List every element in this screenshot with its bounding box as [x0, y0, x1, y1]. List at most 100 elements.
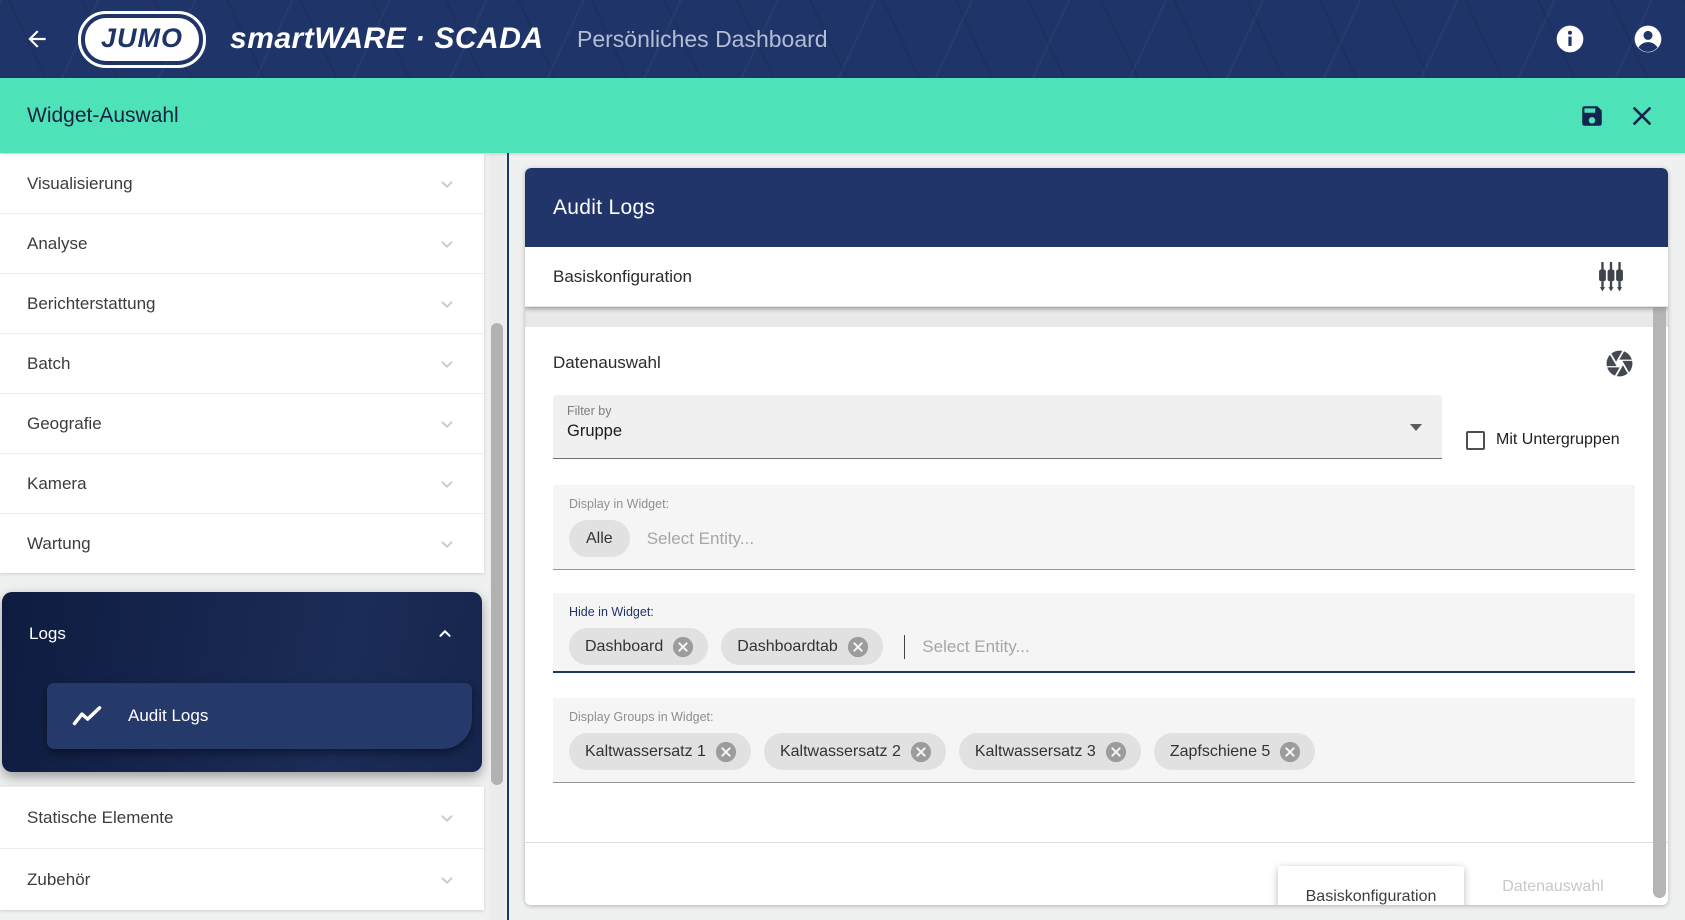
sidebar-category-item[interactable]: Statische Elemente — [0, 786, 484, 848]
sidebar-scrollbar-thumb[interactable] — [491, 323, 503, 785]
sidebar-category-list-top: Visualisierung Analyse Berichterstattung — [0, 153, 484, 573]
section-datenauswahl: Datenauswahl Filter by Gruppe Mit Unterg… — [525, 327, 1668, 843]
info-icon[interactable] — [1554, 23, 1586, 55]
arrow-back-icon — [24, 26, 50, 52]
circle-x-icon[interactable] — [847, 636, 869, 658]
chevron-down-icon — [436, 353, 458, 375]
sidebar-item-label: Statische Elemente — [27, 808, 173, 828]
back-button[interactable] — [20, 22, 54, 56]
entity-chip[interactable]: Dashboard — [569, 628, 708, 665]
display-groups-field: Display Groups in Widget: Kaltwassersatz… — [553, 698, 1635, 783]
chevron-up-icon — [434, 623, 456, 645]
audit-logs-label: Audit Logs — [128, 706, 208, 726]
group-chip[interactable]: Zapfschiene 5 — [1154, 733, 1316, 770]
main-scrollbar — [1651, 247, 1668, 905]
sidebar-category-item[interactable]: Kamera — [0, 453, 484, 513]
sidebar-category-item[interactable]: Analyse — [0, 213, 484, 273]
group-chip-label: Kaltwassersatz 3 — [975, 743, 1096, 761]
account-icon[interactable] — [1632, 23, 1664, 55]
entity-chip-label: Alle — [586, 530, 613, 548]
content-area: Visualisierung Analyse Berichterstattung — [0, 153, 1685, 920]
sidebar-category-list-bottom: Statische Elemente Zubehör — [0, 786, 484, 910]
widget-selection-title: Widget-Auswahl — [27, 104, 179, 128]
widget-config-panel: Audit Logs Basiskonfiguration — [525, 168, 1668, 905]
chevron-down-icon — [436, 533, 458, 555]
sidebar-scrollbar — [489, 153, 505, 920]
sidebar-item-label: Kamera — [27, 474, 87, 494]
filter-by-value: Gruppe — [567, 422, 1428, 441]
hide-in-widget-label: Hide in Widget: — [569, 605, 1619, 619]
config-step-footer: Basiskonfiguration Datenauswahl — [525, 843, 1668, 905]
display-in-widget-field: Display in Widget: Alle — [553, 485, 1635, 570]
circle-x-icon[interactable] — [910, 741, 932, 763]
circle-x-icon[interactable] — [715, 741, 737, 763]
logs-label: Logs — [29, 624, 66, 644]
chevron-down-icon — [436, 233, 458, 255]
display-groups-label: Display Groups in Widget: — [569, 710, 1619, 724]
top-app-bar: JUMO smartWARE · SCADA Persönliches Dash… — [0, 0, 1685, 78]
group-chip-label: Zapfschiene 5 — [1170, 743, 1271, 761]
entity-chip[interactable]: Alle — [569, 520, 630, 557]
entity-chip[interactable]: Dashboardtab — [721, 628, 883, 665]
hide-in-widget-field: Hide in Widget: Dashboard — [553, 593, 1635, 673]
group-chip-label: Kaltwassersatz 1 — [585, 743, 706, 761]
sidebar-item-label: Berichterstattung — [27, 294, 156, 314]
circle-x-icon[interactable] — [1279, 741, 1301, 763]
section-basiskonfiguration[interactable]: Basiskonfiguration — [525, 247, 1668, 307]
hide-entity-input[interactable] — [922, 637, 1182, 657]
main-scrollbar-thumb[interactable] — [1653, 250, 1666, 898]
entity-chip-label: Dashboardtab — [737, 638, 838, 656]
brand-title: smartWARE · SCADA — [230, 22, 544, 56]
widget-config-header: Audit Logs — [525, 168, 1668, 247]
text-cursor — [904, 635, 906, 659]
subgroups-checkbox[interactable] — [1466, 431, 1485, 450]
camera-aperture-icon[interactable] — [1604, 348, 1635, 379]
close-icon[interactable] — [1629, 103, 1655, 129]
sidebar-item-label: Visualisierung — [27, 174, 133, 194]
main-area: Audit Logs Basiskonfiguration — [509, 153, 1685, 920]
datenauswahl-step-button-disabled: Datenauswahl — [1478, 866, 1628, 905]
display-in-widget-label: Display in Widget: — [569, 497, 1619, 511]
chevron-down-icon — [436, 869, 458, 891]
line-chart-icon — [72, 703, 102, 729]
sidebar-category-item[interactable]: Batch — [0, 333, 484, 393]
basiskonfiguration-label: Basiskonfiguration — [553, 267, 692, 287]
sidebar-item-label: Analyse — [27, 234, 87, 254]
circle-x-icon[interactable] — [1105, 741, 1127, 763]
widget-category-sidebar: Visualisierung Analyse Berichterstattung — [0, 153, 484, 920]
filter-by-select[interactable]: Filter by Gruppe — [553, 395, 1442, 459]
caret-down-icon — [1410, 424, 1422, 431]
filter-by-label: Filter by — [567, 404, 1428, 418]
sidebar-category-item[interactable]: Geografie — [0, 393, 484, 453]
group-chip-label: Kaltwassersatz 2 — [780, 743, 901, 761]
sidebar-item-audit-logs[interactable]: Audit Logs — [47, 683, 472, 749]
tune-sliders-icon — [1596, 261, 1626, 293]
jumo-logo-text: JUMO — [85, 18, 199, 61]
chevron-down-icon — [436, 807, 458, 829]
sidebar-category-item[interactable]: Visualisierung — [0, 153, 484, 213]
group-chip[interactable]: Kaltwassersatz 3 — [959, 733, 1141, 770]
sidebar-category-item[interactable]: Berichterstattung — [0, 273, 484, 333]
sidebar-item-label: Batch — [27, 354, 70, 374]
sidebar-category-item[interactable]: Wartung — [0, 513, 484, 573]
page-title: Persönliches Dashboard — [577, 26, 828, 53]
widget-selection-bar: Widget-Auswahl — [0, 78, 1685, 153]
sidebar-category-logs[interactable]: Logs — [2, 606, 482, 662]
jumo-logo: JUMO — [78, 11, 206, 68]
subgroups-checkbox-label: Mit Untergruppen — [1496, 431, 1620, 449]
circle-x-icon[interactable] — [672, 636, 694, 658]
basiskonfiguration-step-button[interactable]: Basiskonfiguration — [1278, 866, 1464, 905]
datenauswahl-label: Datenauswahl — [553, 353, 661, 373]
sidebar-category-item[interactable]: Zubehör — [0, 848, 484, 910]
display-entity-input[interactable] — [647, 529, 907, 549]
save-icon[interactable] — [1579, 103, 1605, 129]
chevron-down-icon — [436, 293, 458, 315]
sidebar-item-label: Wartung — [27, 534, 91, 554]
widget-config-title: Audit Logs — [553, 196, 655, 220]
section-gap — [525, 307, 1668, 327]
chevron-down-icon — [436, 413, 458, 435]
chevron-down-icon — [436, 473, 458, 495]
chevron-down-icon — [436, 173, 458, 195]
group-chip[interactable]: Kaltwassersatz 2 — [764, 733, 946, 770]
group-chip[interactable]: Kaltwassersatz 1 — [569, 733, 751, 770]
